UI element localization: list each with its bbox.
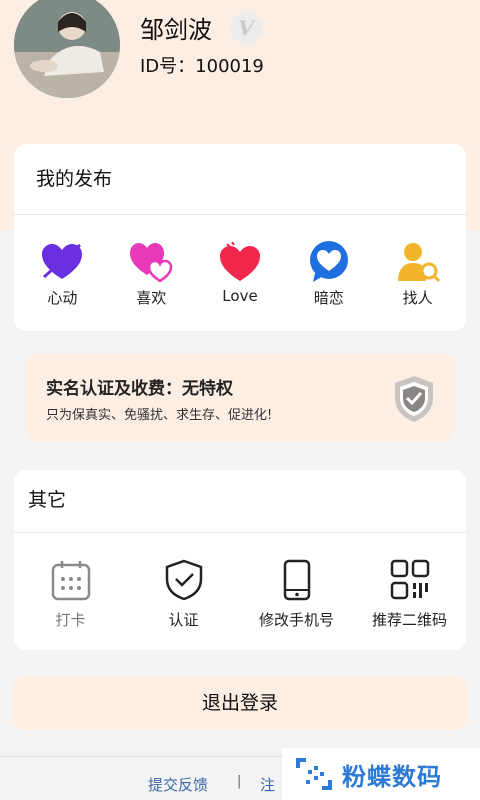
qr-code-icon [390, 559, 429, 600]
user-id: ID号：100019 [140, 56, 264, 77]
watermark: 粉蝶数码 [282, 748, 480, 800]
publish-item-love[interactable]: Love [196, 215, 285, 331]
heart-bubble-icon [309, 241, 348, 282]
other-item-change-phone[interactable]: 修改手机号 [240, 533, 353, 650]
profile-header: 邹剑波 V ID号：100019 [0, 0, 480, 120]
heart-arrow-icon [42, 243, 83, 279]
phone-icon [283, 559, 310, 601]
cancel-account-link[interactable]: 注 [260, 774, 275, 795]
double-heart-icon [130, 243, 173, 283]
other-item-label: 推荐二维码 [371, 611, 447, 629]
my-publish-title: 我的发布 [36, 168, 113, 190]
person-search-icon [397, 243, 440, 283]
watermark-text: 粉蝶数码 [342, 762, 442, 791]
other-item-check-in[interactable]: 打卡 [14, 533, 127, 650]
publish-item-heartbeat[interactable]: 心动 [18, 215, 107, 331]
logout-button[interactable]: 退出登录 [12, 676, 468, 730]
my-publish-card: 我的发布 心动 喜欢 Love 暗恋 找人 [14, 144, 466, 331]
heart-icon [219, 241, 260, 281]
calendar-icon [51, 561, 90, 601]
publish-item-label: 心动 [47, 289, 78, 307]
publish-item-label: 暗恋 [313, 289, 344, 307]
auth-subtitle: 只为保真实、免骚扰、求生存、促进化! [46, 408, 273, 423]
footer-separator: | [237, 774, 242, 789]
other-title: 其它 [28, 489, 67, 511]
verified-badge: V [230, 12, 262, 44]
auth-title: 实名认证及收费：无特权 [46, 379, 233, 399]
avatar[interactable] [14, 0, 120, 98]
publish-item-like[interactable]: 喜欢 [107, 215, 196, 331]
other-item-label: 认证 [168, 611, 199, 629]
other-item-verify[interactable]: 认证 [127, 533, 240, 650]
publish-item-crush[interactable]: 暗恋 [284, 215, 373, 331]
watermark-logo-icon [296, 758, 332, 790]
real-name-auth-banner[interactable]: 实名认证及收费：无特权 只为保真实、免骚扰、求生存、促进化! [26, 354, 454, 442]
shield-check-icon [165, 559, 202, 601]
publish-item-find-people[interactable]: 找人 [373, 215, 462, 331]
publish-item-label: 喜欢 [136, 289, 167, 307]
feedback-link[interactable]: 提交反馈 [148, 774, 208, 795]
username: 邹剑波 [140, 16, 212, 44]
other-item-label: 修改手机号 [258, 611, 334, 629]
other-item-label: 打卡 [55, 611, 86, 629]
other-item-qr-code[interactable]: 推荐二维码 [353, 533, 466, 650]
publish-item-label: 找人 [402, 289, 433, 307]
shield-check-icon [395, 376, 433, 422]
publish-item-label: Love [222, 287, 258, 305]
other-card: 其它 打卡 认证 修改手机号 推荐二维码 [14, 470, 466, 650]
